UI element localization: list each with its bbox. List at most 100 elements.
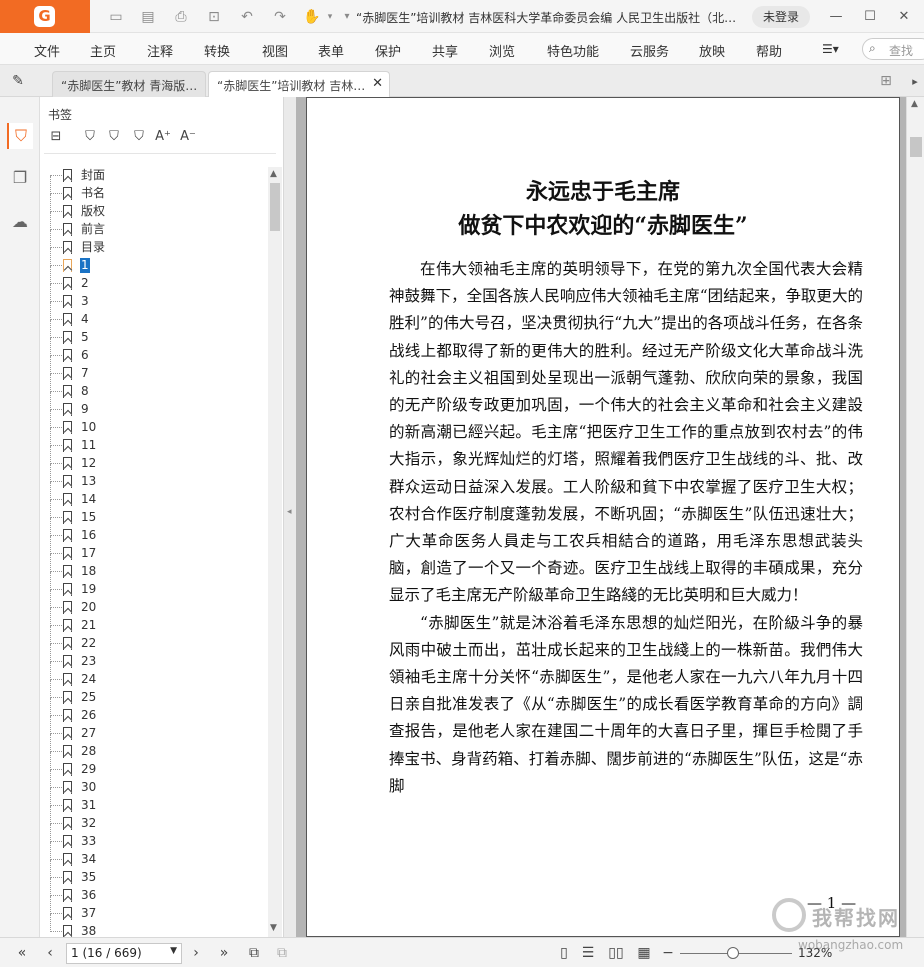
save-icon[interactable]: ▤ (138, 7, 158, 27)
scroll-down-icon[interactable]: ▼ (270, 923, 277, 933)
bookmark-item[interactable]: 封面 (40, 167, 260, 185)
page-number-input[interactable]: 1 (16 / 669) ▼ (66, 943, 182, 964)
tab-document-1[interactable]: “赤脚医生”教材 青海版… (52, 71, 206, 97)
bookmark-item[interactable]: 18 (40, 554, 260, 581)
bookmark-item[interactable]: 版权 (40, 194, 260, 221)
ribbon-options-icon[interactable]: ☰▾ (822, 42, 839, 56)
comments-panel-icon[interactable]: ☁ (7, 209, 33, 235)
zoom-out-icon[interactable]: − (658, 943, 678, 963)
menu-browse[interactable]: 浏览 (489, 41, 515, 60)
open-icon[interactable]: ▭ (106, 7, 126, 27)
bookmark-item[interactable]: 29 (40, 752, 260, 779)
bookmark-item[interactable]: 23 (40, 644, 260, 671)
shrink-text-icon[interactable]: A⁻ (178, 127, 198, 147)
delete-bookmark-icon[interactable]: ⛉ (104, 127, 124, 147)
tile-view-icon[interactable]: ⊞ (876, 71, 896, 91)
bookmark-item[interactable]: 26 (40, 698, 260, 725)
bookmark-item[interactable]: 35 (40, 860, 260, 887)
bookmark-options-icon[interactable]: ⊟ (46, 127, 66, 147)
bookmark-item[interactable]: 22 (40, 626, 260, 653)
bookmark-item[interactable]: 9 (40, 392, 260, 419)
bookmark-properties-icon[interactable]: ⛉ (129, 127, 149, 147)
export-icon[interactable]: ⊡ (204, 7, 224, 27)
scrollbar-thumb[interactable] (910, 137, 922, 157)
menu-help[interactable]: 帮助 (756, 41, 782, 60)
bookmark-item[interactable]: 36 (40, 878, 260, 905)
minimize-icon[interactable]: — (826, 7, 846, 27)
maximize-icon[interactable]: ☐ (860, 7, 880, 27)
last-page-icon[interactable]: » (214, 943, 234, 963)
menu-share[interactable]: 共享 (432, 41, 458, 60)
bookmark-item[interactable]: 11 (40, 428, 260, 455)
menu-cloud[interactable]: 云服务 (630, 41, 669, 60)
bookmark-item[interactable]: 38 (40, 914, 260, 937)
next-page-icon[interactable]: › (186, 943, 206, 963)
prev-page-icon[interactable]: ‹ (40, 943, 60, 963)
bookmark-item[interactable]: 25 (40, 680, 260, 707)
collapse-panel-icon[interactable]: ◂ (287, 507, 292, 517)
print-icon[interactable]: ⎙ (171, 7, 191, 27)
enlarge-text-icon[interactable]: A⁺ (153, 127, 173, 147)
bookmark-item[interactable]: 14 (40, 482, 260, 509)
tab-document-2[interactable]: “赤脚医生”培训教材 吉林… ✕ (208, 71, 390, 97)
app-logo[interactable]: G (0, 0, 90, 33)
search-input[interactable]: ⌕ 查找 (862, 38, 924, 60)
bookmark-item[interactable]: 32 (40, 806, 260, 833)
document-viewport[interactable]: 永远忠于毛主席 做贫下中农欢迎的“赤脚医生” 在伟大领袖毛主席的英明领导下，在党… (296, 97, 906, 937)
bookmark-item[interactable]: 27 (40, 716, 260, 743)
pages-panel-icon[interactable]: ❐ (7, 165, 33, 191)
edit-pen-icon[interactable]: ✎ (8, 71, 28, 91)
scroll-up-icon[interactable]: ▲ (270, 169, 277, 179)
collapse-right-panel-icon[interactable]: ▸ (906, 72, 924, 92)
bookmark-item[interactable]: 15 (40, 500, 260, 527)
eraser-icon[interactable] (6, 38, 26, 58)
menu-file[interactable]: 文件 (34, 41, 60, 60)
login-button[interactable]: 未登录 (752, 6, 810, 28)
continuous-page-icon[interactable]: ☰ (578, 943, 598, 963)
undo-icon[interactable]: ↶ (237, 7, 257, 27)
redo-icon[interactable]: ↷ (270, 7, 290, 27)
bookmark-item[interactable]: 34 (40, 842, 260, 869)
menu-features[interactable]: 特色功能 (547, 41, 599, 60)
hand-tool-icon[interactable]: ✋ (302, 7, 322, 27)
bookmark-item[interactable]: 目录 (40, 230, 260, 257)
bookmark-item[interactable]: 6 (40, 338, 260, 365)
menu-comment[interactable]: 注释 (147, 41, 173, 60)
bookmark-item[interactable]: 24 (40, 662, 260, 689)
menu-view[interactable]: 视图 (262, 41, 288, 60)
continuous-facing-icon[interactable]: ▦ (634, 943, 654, 963)
bookmark-item[interactable]: 31 (40, 788, 260, 815)
scroll-up-icon[interactable]: ▲ (911, 99, 918, 109)
bookmark-item[interactable]: 12 (40, 446, 260, 473)
bookmark-item[interactable]: 3 (40, 284, 260, 311)
scrollbar-thumb[interactable] (270, 183, 280, 231)
bookmark-item[interactable]: 8 (40, 374, 260, 401)
bookmark-item[interactable]: 4 (40, 302, 260, 329)
facing-pages-icon[interactable]: ▯▯ (606, 943, 626, 963)
add-bookmark-icon[interactable]: ⛉ (80, 127, 100, 147)
bookmark-item[interactable]: 37 (40, 896, 260, 923)
menu-slideshow[interactable]: 放映 (699, 41, 725, 60)
bookmark-scrollbar[interactable]: ▲ ▼ (268, 167, 282, 937)
bookmark-panel-icon[interactable]: ⛉ (7, 123, 33, 149)
panel-splitter[interactable]: ◂ (284, 97, 296, 937)
bookmark-item[interactable]: 5 (40, 320, 260, 347)
zoom-slider-thumb[interactable] (727, 947, 739, 959)
quick-access-more-icon[interactable]: ▾ (337, 7, 357, 27)
bookmark-item[interactable]: 前言 (40, 212, 260, 239)
bookmark-item[interactable]: 1 (40, 248, 260, 275)
close-window-icon[interactable]: ✕ (894, 7, 914, 27)
menu-form[interactable]: 表单 (318, 41, 344, 60)
bookmark-item[interactable]: 13 (40, 464, 260, 491)
menu-protect[interactable]: 保护 (375, 41, 401, 60)
single-page-icon[interactable]: ▯ (554, 943, 574, 963)
menu-home[interactable]: 主页 (90, 41, 116, 60)
rotate-page-icon[interactable]: ⧉ (244, 943, 264, 963)
chevron-down-icon[interactable]: ▼ (170, 946, 177, 956)
bookmark-item[interactable]: 2 (40, 266, 260, 293)
bookmark-item[interactable]: 17 (40, 536, 260, 563)
document-scrollbar[interactable]: ▲ (906, 97, 924, 937)
bookmark-item[interactable]: 16 (40, 518, 260, 545)
bookmark-item[interactable]: 28 (40, 734, 260, 761)
bookmark-item[interactable]: 30 (40, 770, 260, 797)
